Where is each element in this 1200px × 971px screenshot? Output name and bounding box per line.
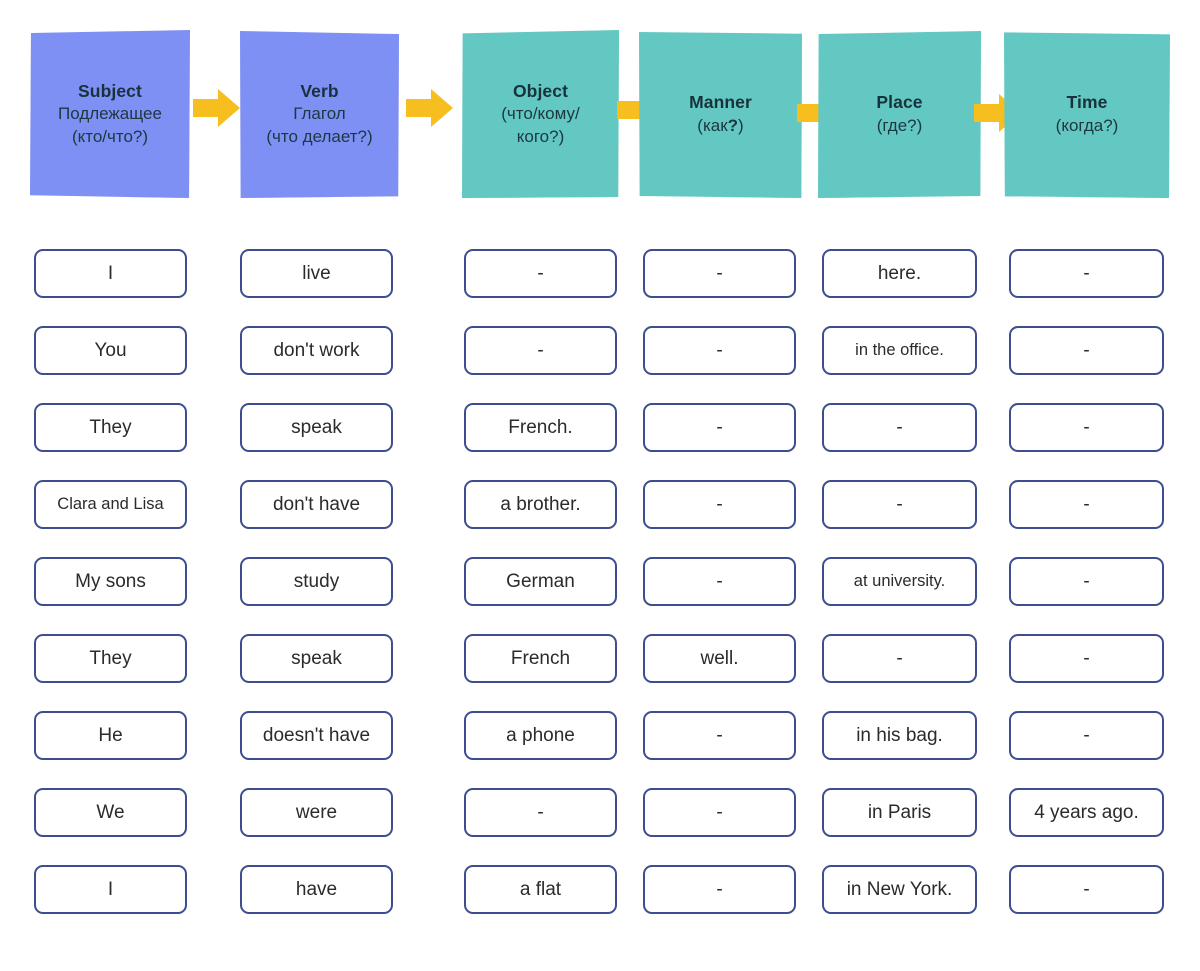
cell-verb[interactable]: speak xyxy=(240,403,393,452)
cell-subject[interactable]: He xyxy=(34,711,187,760)
table-row: Ilive - - here. - xyxy=(0,243,1200,320)
cell-subject[interactable]: They xyxy=(34,634,187,683)
cell-place[interactable]: in New York. xyxy=(822,865,977,914)
cell-object[interactable]: - xyxy=(464,249,617,298)
cell-subject[interactable]: We xyxy=(34,788,187,837)
cell-place[interactable]: in his bag. xyxy=(822,711,977,760)
cell-place[interactable]: in the office. xyxy=(822,326,977,375)
header-card-verb: Verb Глагол (что делает?) xyxy=(240,31,399,198)
cell-time[interactable]: - xyxy=(1009,634,1164,683)
cell-manner[interactable]: - xyxy=(643,557,796,606)
cell-time[interactable]: - xyxy=(1009,326,1164,375)
cell-manner[interactable]: - xyxy=(643,480,796,529)
cell-time[interactable]: - xyxy=(1009,249,1164,298)
cell-place[interactable]: - xyxy=(822,480,977,529)
cell-verb[interactable]: don't work xyxy=(240,326,393,375)
table-row: They speak French. - - - xyxy=(0,397,1200,474)
cell-object[interactable]: German xyxy=(464,557,617,606)
header-card-manner: Manner (как?) xyxy=(639,32,802,198)
cell-time[interactable]: - xyxy=(1009,480,1164,529)
arrow-right-icon xyxy=(406,88,453,128)
header-card-row: Subject Подлежащее (кто/что?) Verb Глаго… xyxy=(0,0,1200,222)
cell-manner[interactable]: - xyxy=(643,788,796,837)
header-card-subtitle-place: (где?) xyxy=(876,115,923,135)
cell-object[interactable]: French xyxy=(464,634,617,683)
cell-object[interactable]: a flat xyxy=(464,865,617,914)
header-card-object: Object (что/кому/ кого?) xyxy=(462,30,619,198)
cell-subject[interactable]: I xyxy=(34,865,187,914)
cell-manner[interactable]: well. xyxy=(643,634,796,683)
cell-time[interactable]: - xyxy=(1009,403,1164,452)
cell-place[interactable]: - xyxy=(822,403,977,452)
cell-time[interactable]: 4 years ago. xyxy=(1009,788,1164,837)
header-card-subtitle-verb: Глагол (что делает?) xyxy=(266,104,373,146)
cell-verb[interactable]: don't have xyxy=(240,480,393,529)
cell-subject[interactable]: Clara and Lisa xyxy=(34,480,187,529)
cell-manner[interactable]: - xyxy=(643,249,796,298)
cell-verb[interactable]: were xyxy=(240,788,393,837)
header-card-place: Place (где?) xyxy=(818,31,981,198)
cell-time[interactable]: - xyxy=(1009,557,1164,606)
cell-subject[interactable]: You xyxy=(34,326,187,375)
cell-object[interactable]: French. xyxy=(464,403,617,452)
header-card-subtitle-subject: Подлежащее (кто/что?) xyxy=(58,104,162,146)
header-card-title-object: Object xyxy=(512,81,569,102)
cell-time[interactable]: - xyxy=(1009,711,1164,760)
cell-object[interactable]: a phone xyxy=(464,711,617,760)
cell-place[interactable]: - xyxy=(822,634,977,683)
cell-time[interactable]: - xyxy=(1009,865,1164,914)
header-card-subtitle-manner: (как?) xyxy=(697,115,744,135)
cell-object[interactable]: - xyxy=(464,788,617,837)
header-card-title-verb: Verb xyxy=(300,81,339,102)
header-card-title-subject: Subject xyxy=(78,81,142,102)
cell-place[interactable]: here. xyxy=(822,249,977,298)
table-row: My sons study German - at university. - xyxy=(0,551,1200,628)
header-card-subject: Subject Подлежащее (кто/что?) xyxy=(30,30,190,198)
cell-manner[interactable]: - xyxy=(643,865,796,914)
cell-place[interactable]: in Paris xyxy=(822,788,977,837)
cell-object[interactable]: a brother. xyxy=(464,480,617,529)
table-row: Clara and Lisa don't have a brother. - - - xyxy=(0,474,1200,551)
cell-subject[interactable]: They xyxy=(34,403,187,452)
cell-verb[interactable]: speak xyxy=(240,634,393,683)
table-row: They speak French well. - - xyxy=(0,628,1200,705)
cell-verb[interactable]: study xyxy=(240,557,393,606)
table-row: You don't work - - in the office. - xyxy=(0,320,1200,397)
sentence-grid: Ilive - - here. - You don't work - - in the offic… xyxy=(0,243,1200,936)
table-row: He doesn't have a phone - in his bag. - xyxy=(0,705,1200,782)
header-card-subtitle-object: (что/кому/ кого?) xyxy=(501,104,580,146)
cell-verb[interactable]: have xyxy=(240,865,393,914)
header-card-title-manner: Manner xyxy=(689,92,752,113)
cell-place[interactable]: at university. xyxy=(822,557,977,606)
header-card-title-time: Time xyxy=(1066,92,1108,113)
sentence-order-chart: Subject Подлежащее (кто/что?) Verb Глаго… xyxy=(0,0,1200,971)
table-row: Ihave a flat - in New York. - xyxy=(0,859,1200,936)
header-card-title-place: Place xyxy=(876,92,923,113)
cell-verb[interactable]: doesn't have xyxy=(240,711,393,760)
cell-subject[interactable]: I xyxy=(34,249,187,298)
cell-manner[interactable]: - xyxy=(643,403,796,452)
cell-manner[interactable]: - xyxy=(643,326,796,375)
cell-manner[interactable]: - xyxy=(643,711,796,760)
arrow-right-icon xyxy=(193,88,240,128)
cell-object[interactable]: - xyxy=(464,326,617,375)
table-row: We were - - in Paris 4 years ago. xyxy=(0,782,1200,859)
header-card-subtitle-time: (когда?) xyxy=(1055,115,1119,135)
cell-subject[interactable]: My sons xyxy=(34,557,187,606)
cell-verb[interactable]: live xyxy=(240,249,393,298)
header-card-time: Time (когда?) xyxy=(1004,32,1170,198)
